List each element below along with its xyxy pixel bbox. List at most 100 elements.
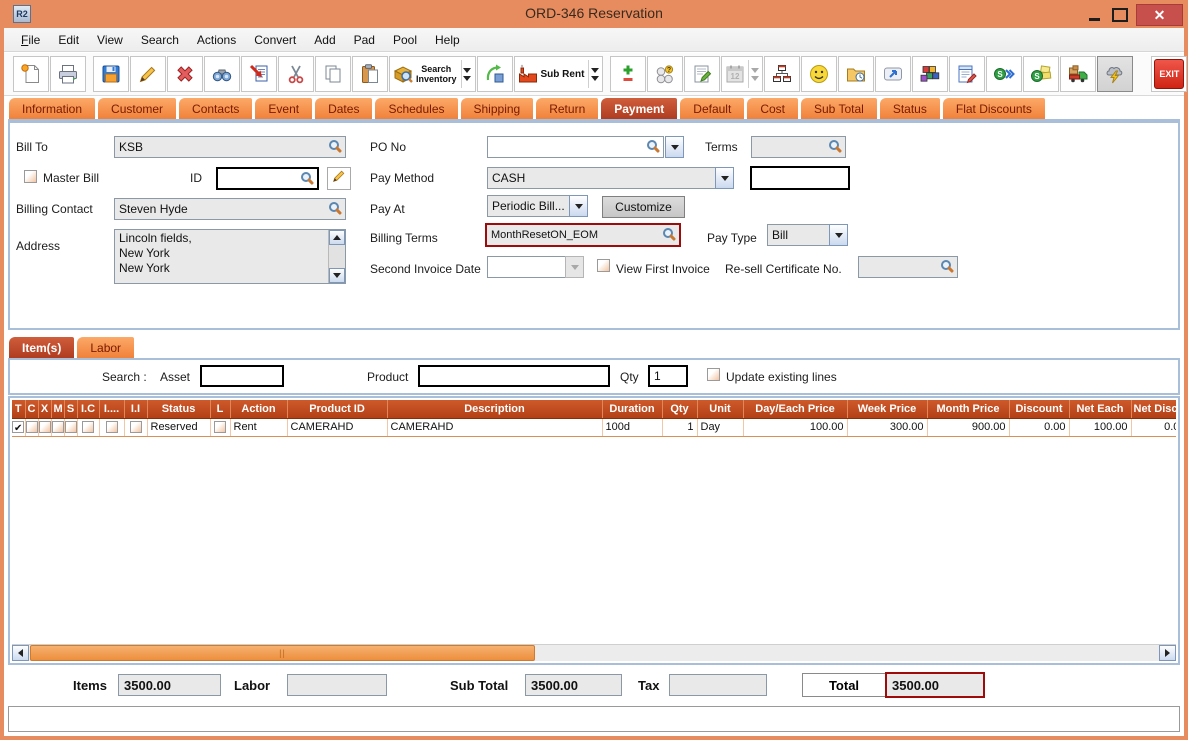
menu-view[interactable]: View [88, 30, 132, 50]
master-bill-checkbox[interactable] [24, 170, 37, 183]
search-icon[interactable] [329, 140, 339, 150]
pay-method-dropdown[interactable] [715, 167, 734, 189]
pool-button[interactable]: ? [647, 56, 683, 92]
menu-edit[interactable]: Edit [49, 30, 88, 50]
row-m-checkbox[interactable] [52, 421, 64, 433]
customize-button[interactable]: Customize [602, 196, 685, 218]
delete-button[interactable] [167, 56, 203, 92]
minimize-button[interactable] [1082, 4, 1106, 26]
pay-type-combo[interactable]: Bill [767, 224, 830, 246]
pay-method-combo[interactable]: CASH [487, 167, 716, 189]
search-icon[interactable] [829, 140, 839, 150]
pay-type-dropdown[interactable] [829, 224, 848, 246]
horizontal-scrollbar[interactable]: || [12, 644, 1176, 661]
maximize-button[interactable] [1108, 4, 1132, 26]
menu-search[interactable]: Search [132, 30, 188, 50]
search-icon[interactable] [301, 172, 311, 182]
cubes-button[interactable] [912, 56, 948, 92]
tab-contacts[interactable]: Contacts [178, 97, 253, 119]
tab-labor[interactable]: Labor [76, 336, 135, 358]
update-existing-lines-checkbox[interactable] [707, 368, 720, 381]
menu-help[interactable]: Help [426, 30, 469, 50]
folder-history-button[interactable] [838, 56, 874, 92]
copy-to-button[interactable] [241, 56, 277, 92]
address-textarea[interactable]: Lincoln fields, New York New York [114, 229, 346, 284]
save-button[interactable] [93, 56, 129, 92]
product-input[interactable] [418, 365, 610, 387]
scroll-up-icon[interactable] [329, 230, 345, 245]
tab-default[interactable]: Default [679, 97, 745, 119]
tab-cost[interactable]: Cost [746, 97, 799, 119]
tab-payment[interactable]: Payment [600, 97, 678, 119]
search-inventory-button[interactable]: SearchInventory [389, 56, 476, 92]
edit-button[interactable] [130, 56, 166, 92]
send-button[interactable] [875, 56, 911, 92]
form-edit-button[interactable] [949, 56, 985, 92]
tab-items[interactable]: Item(s) [8, 336, 75, 358]
row-c-checkbox[interactable] [26, 421, 38, 433]
search-icon[interactable] [663, 228, 673, 238]
row-idot-checkbox[interactable] [106, 421, 118, 433]
tab-dates[interactable]: Dates [314, 97, 373, 119]
billing-contact-field[interactable]: Steven Hyde [114, 198, 346, 220]
cut-button[interactable] [278, 56, 314, 92]
search-icon[interactable] [941, 260, 951, 270]
row-t-checkbox[interactable] [12, 421, 24, 433]
second-invoice-date-field[interactable] [487, 256, 566, 278]
search-icon[interactable] [647, 140, 657, 150]
row-ii-checkbox[interactable] [130, 421, 142, 433]
search-inventory-dropdown[interactable] [461, 60, 473, 88]
billing-terms-field[interactable]: MonthResetON_EOM [485, 223, 681, 247]
table-header-row[interactable]: TC XM SI.C I....I.I StatusL ActionProduc… [12, 400, 1176, 418]
terms-field[interactable] [751, 136, 846, 158]
bill-to-field[interactable]: KSB [114, 136, 346, 158]
tab-return[interactable]: Return [535, 97, 599, 119]
scrollbar-thumb[interactable]: || [30, 645, 535, 661]
scroll-right-icon[interactable] [1159, 645, 1176, 661]
convert-button[interactable] [477, 56, 513, 92]
menu-pool[interactable]: Pool [384, 30, 426, 50]
items-table[interactable]: TC XM SI.C I....I.I StatusL ActionProduc… [12, 400, 1176, 437]
find-button[interactable] [204, 56, 240, 92]
print-button[interactable] [50, 56, 86, 92]
resell-certificate-field[interactable] [858, 256, 958, 278]
search-icon[interactable] [329, 202, 339, 212]
menu-add[interactable]: Add [305, 30, 344, 50]
tab-sub-total[interactable]: Sub Total [800, 97, 878, 119]
table-row[interactable]: Reserved Rent CAMERAHD CAMERAHD 100d 1 D… [12, 418, 1176, 436]
pay-method-extra-field[interactable] [750, 166, 850, 190]
smiley-button[interactable] [801, 56, 837, 92]
sub-rent-dropdown[interactable] [588, 60, 600, 88]
view-first-invoice-checkbox[interactable] [597, 259, 610, 272]
paste-button[interactable] [352, 56, 388, 92]
tab-flat-discounts[interactable]: Flat Discounts [942, 97, 1046, 119]
sales-notes-button[interactable]: S [1023, 56, 1059, 92]
qty-input[interactable]: 1 [648, 365, 688, 387]
new-button[interactable] [13, 56, 49, 92]
tab-customer[interactable]: Customer [97, 97, 177, 119]
po-no-field[interactable] [487, 136, 664, 158]
tab-status[interactable]: Status [879, 97, 941, 119]
asset-input[interactable] [200, 365, 284, 387]
row-l-checkbox[interactable] [214, 421, 226, 433]
menu-convert[interactable]: Convert [245, 30, 305, 50]
scroll-down-icon[interactable] [329, 268, 345, 283]
copy-button[interactable] [315, 56, 351, 92]
pay-at-combo[interactable]: Periodic Bill... [487, 195, 570, 217]
tab-information[interactable]: Information [8, 97, 96, 119]
close-button[interactable] [1136, 4, 1183, 26]
address-scrollbar[interactable] [328, 230, 345, 283]
sales-forward-button[interactable]: S [986, 56, 1022, 92]
quick-action-button[interactable] [1097, 56, 1133, 92]
menu-pad[interactable]: Pad [345, 30, 384, 50]
pay-at-dropdown[interactable] [569, 195, 588, 217]
add-remove-button[interactable] [610, 56, 646, 92]
tab-shipping[interactable]: Shipping [460, 97, 535, 119]
sub-rent-button[interactable]: Sub Rent [514, 56, 604, 92]
title-bar[interactable]: R2 ORD-346 Reservation [0, 0, 1188, 28]
menu-file[interactable]: File [12, 30, 49, 50]
row-s-checkbox[interactable] [65, 421, 77, 433]
tab-event[interactable]: Event [254, 97, 313, 119]
notes-button[interactable] [684, 56, 720, 92]
delivery-button[interactable] [1060, 56, 1096, 92]
